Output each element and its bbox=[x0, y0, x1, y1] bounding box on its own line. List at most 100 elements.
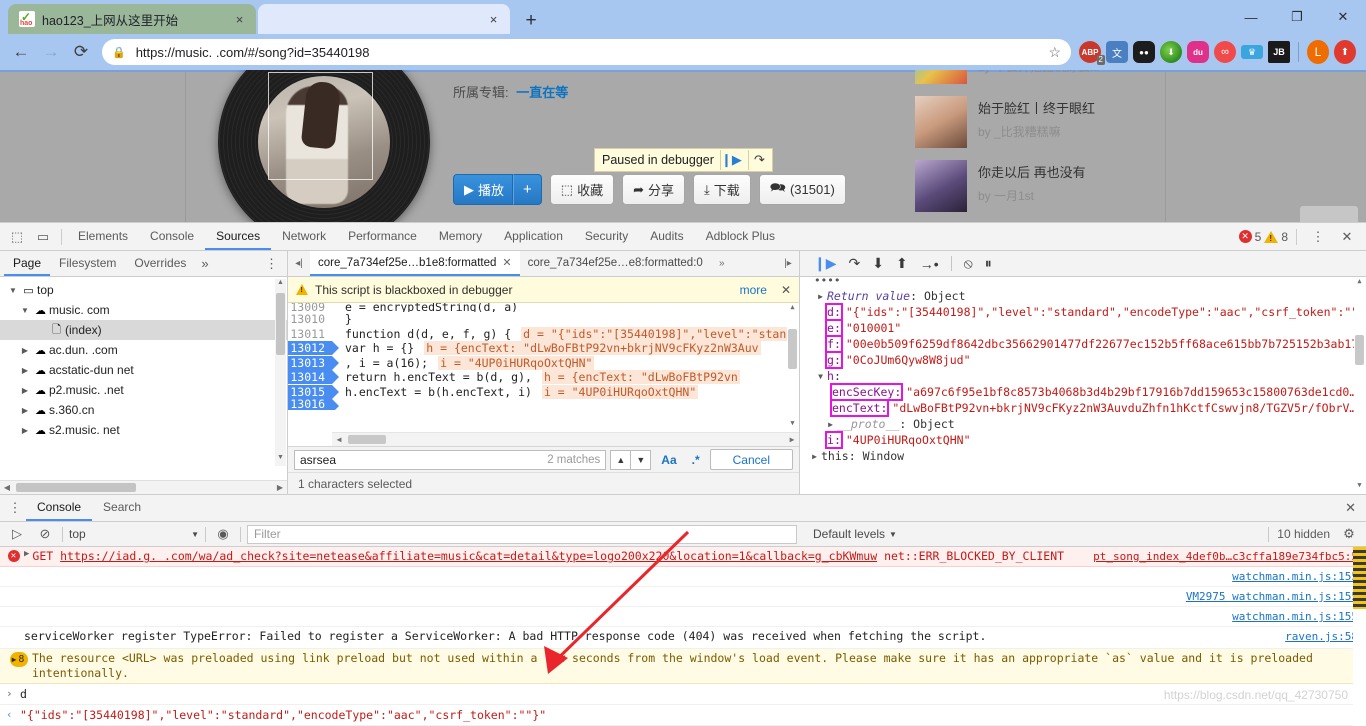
console-message-url-part2[interactable]: .com/wa/ad_check?site=netease&affiliate=… bbox=[157, 549, 877, 563]
drawer-tab-search[interactable]: Search bbox=[92, 495, 152, 521]
tree-item-ac-dun[interactable]: ▶ ☁ ac.dun. .com bbox=[0, 340, 287, 360]
tab-security[interactable]: Security bbox=[574, 223, 639, 250]
console-eye-icon[interactable]: ◉ bbox=[212, 524, 234, 545]
console-message-serviceworker[interactable]: serviceWorker register TypeError: Failed… bbox=[0, 627, 1366, 649]
tree-twisty-icon[interactable]: ▼ bbox=[18, 306, 32, 315]
forward-button[interactable]: → bbox=[36, 37, 66, 67]
console-message-preload-warning[interactable]: ▶ 8 The resource <URL> was preloaded usi… bbox=[0, 649, 1366, 684]
back-button[interactable]: ← bbox=[6, 37, 36, 67]
console-context-select[interactable]: top ▼ bbox=[69, 527, 199, 541]
scroll-thumb[interactable] bbox=[276, 293, 285, 355]
tab-memory[interactable]: Memory bbox=[428, 223, 493, 250]
tree-twisty-icon[interactable]: ▶ bbox=[18, 346, 32, 355]
bookmark-star-icon[interactable]: ☆ bbox=[1048, 44, 1061, 61]
tree-twisty-icon[interactable]: ▶ bbox=[18, 386, 32, 395]
editor-prev-tab-icon[interactable]: ◂| bbox=[288, 251, 310, 276]
tree-item-music-domain[interactable]: ▼ ☁ music. com bbox=[0, 300, 287, 320]
scroll-left-icon[interactable]: ◀ bbox=[332, 435, 346, 444]
pause-on-exceptions-button[interactable]: ⏸ bbox=[985, 255, 992, 272]
tree-item-s360[interactable]: ▶ ☁ s.360.cn bbox=[0, 400, 287, 420]
idm-download-icon[interactable]: ⬇ bbox=[1160, 41, 1182, 63]
console-message-network-error[interactable]: ✕ ▶ GET https://iad.g. .com/wa/ad_check?… bbox=[0, 547, 1366, 567]
console-execute-icon[interactable]: ▷ bbox=[6, 524, 28, 545]
tab-elements[interactable]: Elements bbox=[67, 223, 139, 250]
tree-twisty-icon[interactable]: ▼ bbox=[814, 372, 827, 381]
blackbox-more-link[interactable]: more bbox=[740, 283, 767, 297]
tree-twisty-icon[interactable]: ▶ bbox=[808, 452, 821, 461]
tab-close-icon[interactable]: × bbox=[231, 11, 248, 28]
tree-item-acstatic-dun[interactable]: ▶ ☁ acstatic-dun net bbox=[0, 360, 287, 380]
scroll-up-icon[interactable]: ▲ bbox=[1354, 277, 1365, 290]
console-vertical-scrollbar[interactable]: ▼ bbox=[1353, 547, 1366, 726]
find-prev-button[interactable]: ▲ bbox=[610, 450, 631, 470]
scope-row-return-value[interactable]: ▶ Return value : Object bbox=[804, 288, 1366, 304]
file-tree-horizontal-scrollbar[interactable]: ◀ ▶ bbox=[0, 480, 287, 494]
editor-horizontal-scrollbar[interactable]: ◀ ▶ bbox=[332, 432, 799, 446]
find-regex-button[interactable]: .* bbox=[687, 453, 705, 467]
tree-item-p2-music[interactable]: ▶ ☁ p2.music. .net bbox=[0, 380, 287, 400]
browser-tab-music[interactable]: × bbox=[258, 4, 510, 34]
scroll-left-icon[interactable]: ◀ bbox=[0, 483, 14, 492]
user-avatar-icon[interactable]: L bbox=[1307, 40, 1329, 64]
scroll-right-icon[interactable]: ▶ bbox=[273, 483, 287, 492]
baidu-du-icon[interactable]: du bbox=[1187, 41, 1209, 63]
editor-tab-core-formatted-0[interactable]: core_7a734ef25e…e8:formatted:0 bbox=[520, 251, 711, 276]
drawer-close-icon[interactable]: ✕ bbox=[1335, 500, 1366, 516]
browser-tab-hao123[interactable]: ✓hao hao123_上网从这里开始 × bbox=[8, 4, 256, 34]
console-clear-icon[interactable]: ⊘ bbox=[34, 524, 56, 545]
scope-row-e[interactable]: e: "010001" bbox=[804, 320, 1366, 336]
console-message-source-link[interactable]: raven.js:58 bbox=[1285, 630, 1358, 643]
scope-vertical-scrollbar[interactable]: ▲ ▼ bbox=[1354, 277, 1365, 494]
navigator-overflow-icon[interactable]: » bbox=[195, 256, 214, 271]
step-out-button[interactable]: ⬆ bbox=[896, 255, 908, 272]
scope-row-proto[interactable]: ▶ __proto__ : Object bbox=[804, 416, 1366, 432]
scope-row-d[interactable]: d: "{"ids":"[35440198]","level":"standar… bbox=[804, 304, 1366, 320]
line-number-breakpoint[interactable]: 13012 bbox=[288, 341, 332, 355]
tree-twisty-icon[interactable]: ▼ bbox=[6, 286, 20, 295]
file-tree-vertical-scrollbar[interactable]: ▲ ▼ bbox=[275, 279, 286, 466]
blackbox-close-icon[interactable]: ✕ bbox=[774, 283, 791, 297]
scroll-down-icon[interactable]: ▼ bbox=[787, 419, 798, 432]
tab-close-icon[interactable]: × bbox=[485, 11, 502, 28]
console-levels-select[interactable]: Default levels ▼ bbox=[813, 527, 897, 541]
window-close-button[interactable]: ✕ bbox=[1320, 0, 1366, 34]
find-next-button[interactable]: ▼ bbox=[630, 450, 651, 470]
devtools-close-icon[interactable]: ✕ bbox=[1334, 224, 1360, 250]
album-name-link[interactable]: 一直在等 bbox=[516, 85, 568, 100]
share-button[interactable]: ➦ 分享 bbox=[622, 174, 685, 205]
scroll-right-icon[interactable]: ▶ bbox=[785, 435, 799, 444]
code-editor-content[interactable]: 13009 e = encryptedString(d, a) 13010 } … bbox=[288, 303, 799, 446]
dual-dot-icon[interactable]: ●● bbox=[1133, 41, 1155, 63]
download-button[interactable]: ⤓ 下载 bbox=[693, 174, 751, 205]
console-filter-input[interactable]: Filter bbox=[247, 525, 797, 544]
window-maximize-button[interactable]: ❐ bbox=[1274, 0, 1320, 34]
reload-button[interactable]: ⟳ bbox=[66, 37, 96, 67]
tab-audits[interactable]: Audits bbox=[639, 223, 694, 250]
line-number-breakpoint[interactable]: 13013 bbox=[288, 356, 332, 370]
tab-sources[interactable]: Sources bbox=[205, 223, 271, 250]
console-message-source-link[interactable]: pt_song_index_4def0b…c3cffa189e734fbc5:5 bbox=[1093, 550, 1358, 563]
tree-item-s2-music[interactable]: ▶ ☁ s2.music. net bbox=[0, 420, 287, 440]
scope-row-i[interactable]: i: "4UP0iHURqoOxtQHN" bbox=[804, 432, 1366, 448]
overlay-resume-icon[interactable]: ❙▶ bbox=[720, 150, 742, 170]
line-number-breakpoint[interactable]: 13015 bbox=[288, 385, 332, 399]
chrome-update-icon[interactable]: ⬆ bbox=[1334, 40, 1356, 64]
playlist-title[interactable]: 始于脸红丨终于眼红 bbox=[978, 98, 1165, 117]
tree-item-index[interactable]: 🗋 (index) bbox=[0, 320, 287, 340]
favorite-button[interactable]: ⬚ 收藏 bbox=[550, 174, 614, 205]
tree-twisty-icon[interactable]: ▶ bbox=[18, 426, 32, 435]
scroll-thumb-h[interactable] bbox=[16, 483, 136, 492]
scope-row-enctext[interactable]: encText: "dLwBoFBtP92vn+bkrjNV9cFKyz2nW3… bbox=[804, 400, 1366, 416]
console-message-blank-3[interactable]: watchman.min.js:155 bbox=[0, 607, 1366, 627]
list-item[interactable]: 始于脸红丨终于眼红 by _比我糟糕嘛 bbox=[915, 90, 1165, 154]
find-match-case-button[interactable]: Aa bbox=[656, 453, 681, 467]
console-message-source-link[interactable]: watchman.min.js:155 bbox=[1232, 570, 1358, 583]
scope-row-h[interactable]: ▼ h : bbox=[804, 368, 1366, 384]
tab-console[interactable]: Console bbox=[139, 223, 205, 250]
new-tab-button[interactable]: + bbox=[518, 7, 544, 33]
editor-tab-close-icon[interactable]: ✕ bbox=[502, 256, 511, 269]
tree-twisty-icon[interactable]: ▶ bbox=[814, 292, 827, 301]
play-button[interactable]: ▶ 播放 bbox=[453, 174, 513, 205]
scroll-up-icon[interactable]: ▲ bbox=[787, 303, 798, 316]
console-message-source-link[interactable]: watchman.min.js:155 bbox=[1232, 610, 1358, 623]
